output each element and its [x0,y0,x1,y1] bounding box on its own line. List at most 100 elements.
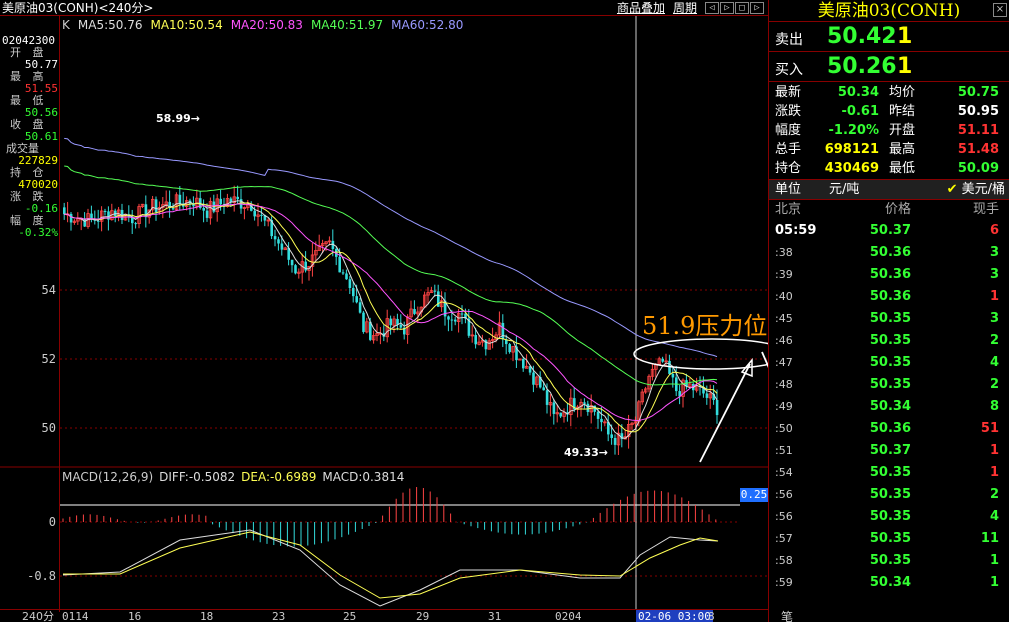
cursor-date: 02-06 03:00 [636,610,713,622]
expand-icon[interactable]: ▷ [750,2,764,14]
macd-axis-0: 0 [48,515,56,529]
tick-price: 50.35 [869,377,911,392]
stat-label: 最高 [889,142,916,157]
stat-row: 总手 698121 最高 51.48 [769,140,1009,159]
unit-cny[interactable]: 元/吨 [829,180,899,199]
date-tick: 0204 [555,610,582,622]
candle-body [610,434,613,438]
candle-body [460,313,464,315]
k-label: K [62,18,70,32]
candle-body [253,210,256,217]
candle-body [413,309,416,314]
unit-row: 单位 元/吨 ✔ 美元/桶 [769,180,1009,200]
stat-label: 总手 [775,142,802,157]
tick-row: :45 50.35 3 [769,308,1009,330]
tick-time: :45 [775,312,793,325]
candle-body [63,207,66,215]
candle-body [294,265,297,274]
candle-body [671,373,675,378]
ma5-value: MA5:50.76 [77,18,143,32]
unit-label: 单位 [775,182,802,197]
date-tick: 16 [128,610,142,622]
ma10-value: MA10:50.54 [150,18,223,32]
candle-body [260,214,263,216]
tick-time: :57 [775,532,793,545]
ask-label: 卖出 [775,32,803,48]
tick-row: :47 50.35 4 [769,352,1009,374]
tick-row: :57 50.35 11 [769,528,1009,550]
tick-time: :39 [775,268,793,281]
price-axis-54: 54 [41,283,56,297]
overlay-link[interactable]: 商品叠加 [617,0,665,16]
ticks-list[interactable]: 05:59 50.37 6:38 50.36 3:39 50.36 3:40 50.36 1:4… [769,220,1009,594]
candle-body [290,259,294,266]
bid-row[interactable]: 买入 50.26 1 [769,52,1009,82]
candle-body [345,273,348,280]
ticks-header: 北京 价格 现手 [769,200,1009,220]
date-tick: 29 [416,610,430,622]
tick-qty: 3 [989,267,999,282]
macd-diff: DIFF:-0.5082 [159,470,236,484]
bottom-tab[interactable]: 笔 [781,608,793,622]
stat-value: 50.95 [957,104,999,119]
macd-diff-line [62,529,719,607]
candle-body [508,344,511,353]
ask-qty: 1 [897,24,913,49]
tick-row: :54 50.35 1 [769,462,1009,484]
stat-value: 698121 [824,142,879,157]
tick-row: :58 50.35 1 [769,550,1009,572]
tick-time: :50 [775,422,793,435]
quote-stats: 最新 50.34 均价 50.75 涨跌 -0.61 昨结 50.95 幅度 -1.20% 开盘 51… [769,82,1009,180]
unit-usd[interactable]: ✔ 美元/桶 [899,180,1009,199]
close-icon[interactable]: × [993,3,1007,17]
stat-value: 430469 [824,161,879,176]
candle-body [171,208,175,210]
resistance-annotation: 51.9压力位 [642,312,768,340]
next-icon[interactable]: ▷ [720,2,734,14]
tick-time: :40 [775,290,793,303]
tick-time: :51 [775,444,793,457]
candle-body [69,213,73,223]
candle-body [358,302,362,313]
tick-time: :47 [775,356,793,369]
macd-legend: MACD(12,26,9) DIFF:-0.5082 DEA:-0.6989 M… [62,470,404,484]
window-icon[interactable]: □ [735,2,749,14]
tick-qty: 4 [989,509,999,524]
quote-title: 美原油03(CONH) × [769,0,1009,22]
candle-body [522,358,525,369]
candle-body [450,319,454,321]
ma60-value: MA60:52.80 [391,18,464,32]
ask-row[interactable]: 卖出 50.42 1 [769,22,1009,52]
period-link[interactable]: 周期 [673,0,697,16]
tick-qty: 4 [989,355,999,370]
tick-time: :54 [775,466,793,479]
tick-qty: 1 [989,289,999,304]
tick-time: :38 [775,246,793,259]
candle-body [97,220,100,222]
tick-price: 50.35 [869,311,911,326]
candle-body [399,324,403,328]
candle-body [134,223,137,225]
candle-body [154,199,158,212]
price-axis-52: 52 [41,352,56,366]
tick-row: :50 50.36 51 [769,418,1009,440]
candle-body [545,390,549,405]
tick-qty: 6 [989,223,999,238]
candle-body [202,208,205,211]
tick-time: :48 [775,378,793,391]
tick-price: 50.35 [869,487,911,502]
stat-value: -0.61 [841,104,879,119]
ma40-value: MA40:51.97 [310,18,384,32]
prev-icon[interactable]: ◁ [705,2,719,14]
candle-body [341,272,345,274]
stat-value: 51.11 [957,123,999,138]
ma40-line [64,165,718,386]
candle-body [236,196,239,200]
candle-body [552,402,556,414]
unit-usd-label: 美元/桶 [961,182,1005,197]
ma20-value: MA20:50.83 [230,18,303,32]
tick-qty: 1 [989,553,999,568]
tick-qty: 2 [989,487,999,502]
candle-body [600,418,603,423]
tick-price: 50.35 [869,531,911,546]
